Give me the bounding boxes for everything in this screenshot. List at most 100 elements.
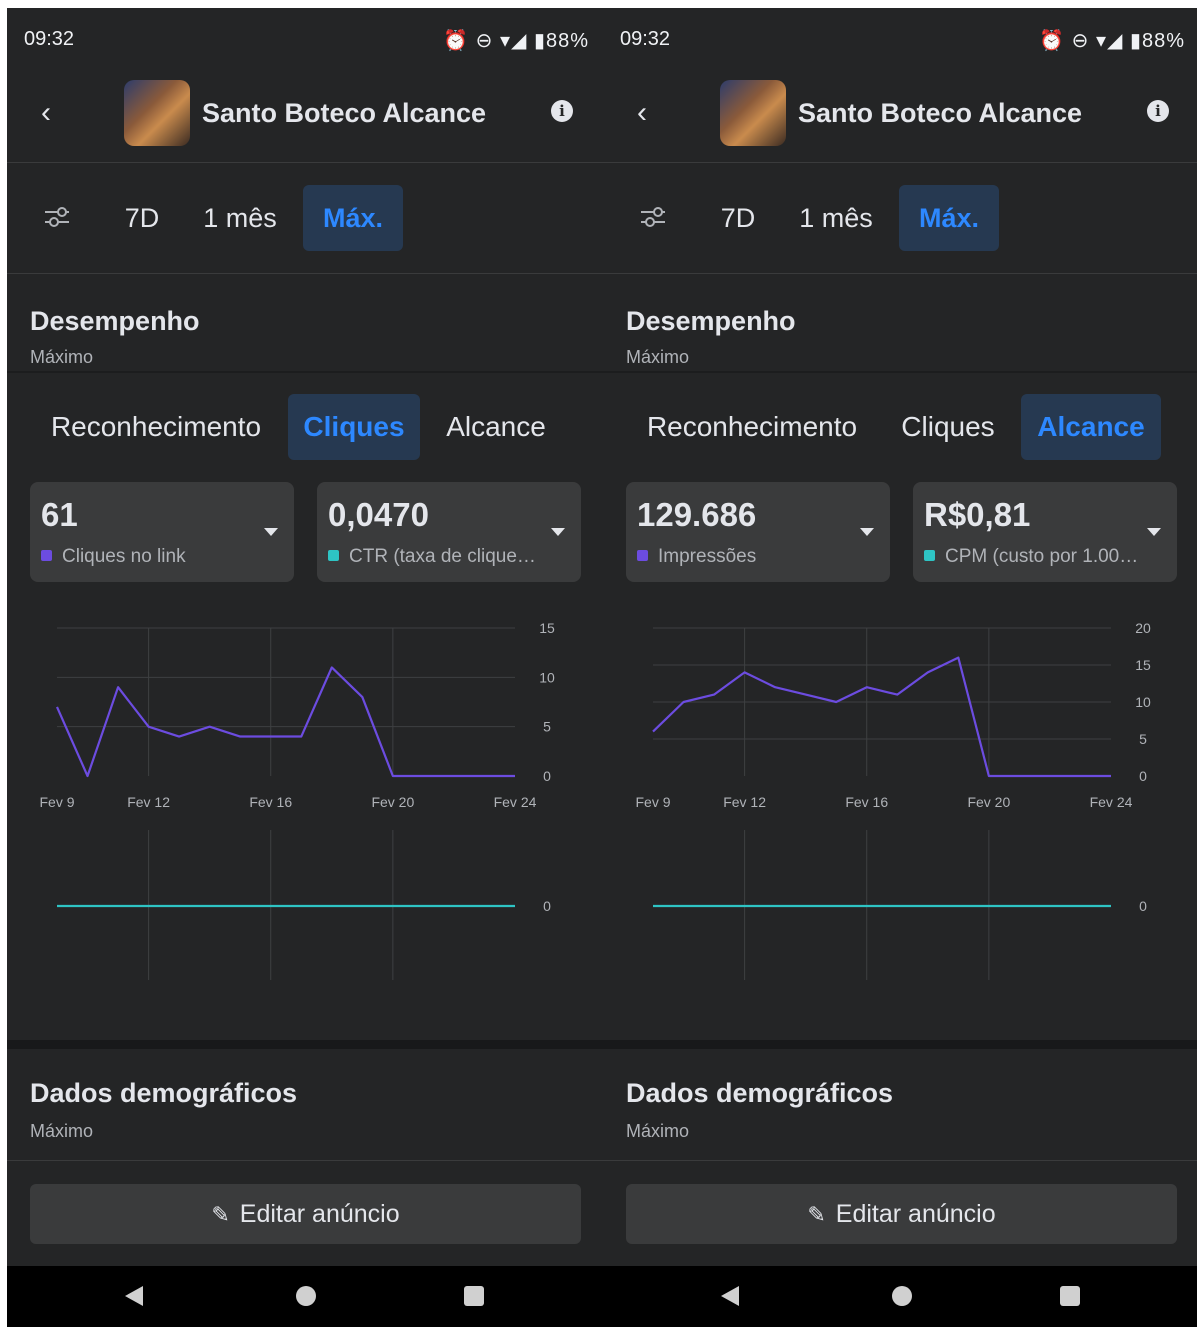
performance-chart: 0 5 10 15 Fev 9 Fev 12 Fev 16 Fev 20 Fev 24 0 bbox=[39, 620, 555, 980]
status-bar: 09:32 ⏰ ⊖ ▾◢ ▮88% bbox=[7, 8, 603, 72]
nav-back-icon[interactable] bbox=[125, 1286, 143, 1306]
ad-thumbnail bbox=[720, 80, 786, 146]
tab-reconhecimento[interactable]: Reconhecimento bbox=[41, 394, 271, 460]
divider bbox=[7, 1160, 603, 1161]
metric-label-text: CPM (custo por 1.00… bbox=[945, 546, 1139, 567]
section-divider bbox=[7, 1040, 603, 1049]
ad-thumbnail bbox=[124, 80, 190, 146]
metric-card-impressions[interactable]: 129.686 Impressões bbox=[626, 482, 890, 582]
y-tick-label: 15 bbox=[1135, 657, 1151, 673]
edit-ad-label: Editar anúncio bbox=[835, 1200, 996, 1228]
status-icons: ⏰ ⊖ ▾◢ ▮88% bbox=[443, 30, 589, 52]
metric-card-clicks[interactable]: 61 Cliques no link bbox=[30, 482, 294, 582]
x-tick-label: Fev 20 bbox=[371, 794, 414, 810]
series-line bbox=[55, 666, 515, 778]
y-tick-label: 5 bbox=[1139, 731, 1147, 747]
filter-1-month[interactable]: 1 mês bbox=[197, 185, 283, 251]
page-title: Santo Boteco Alcance bbox=[202, 98, 487, 128]
divider bbox=[603, 371, 1197, 373]
x-tick-label: Fev 16 bbox=[845, 794, 888, 810]
dropdown-caret-icon bbox=[551, 528, 565, 536]
tab-cliques[interactable]: Cliques bbox=[888, 394, 1008, 460]
y-tick-label: 0 bbox=[1139, 898, 1147, 914]
legend-swatch bbox=[637, 550, 648, 561]
dropdown-caret-icon bbox=[1147, 528, 1161, 536]
filter-sliders-icon[interactable] bbox=[45, 207, 69, 227]
edit-ad-button[interactable]: ✎ Editar anúncio bbox=[626, 1184, 1177, 1244]
x-tick-label: Fev 24 bbox=[1090, 794, 1133, 810]
metric-label: CTR (taxa de clique… bbox=[328, 546, 558, 568]
metric-label: Impressões bbox=[637, 546, 867, 568]
filter-7d[interactable]: 7D bbox=[715, 185, 761, 251]
page-title: Santo Boteco Alcance bbox=[798, 98, 1083, 128]
status-time: 09:32 bbox=[620, 28, 671, 50]
performance-chart: 0 5 10 15 20 Fev 9 Fev 12 Fev 16 Fev 20 Fev 24 0 bbox=[635, 620, 1151, 980]
filter-7d[interactable]: 7D bbox=[119, 185, 165, 251]
divider bbox=[603, 1160, 1197, 1161]
phone-screen-cliques: 09:32 ⏰ ⊖ ▾◢ ▮88% ‹ Santo Boteco Alcance… bbox=[7, 8, 603, 1327]
y-tick-label: 15 bbox=[539, 620, 555, 636]
nav-recents-icon[interactable] bbox=[1060, 1286, 1080, 1306]
metric-card-cpm[interactable]: R$0,81 CPM (custo por 1.00… bbox=[913, 482, 1177, 582]
performance-subtitle: Máximo bbox=[30, 347, 94, 367]
tab-cliques[interactable]: Cliques bbox=[288, 394, 420, 460]
status-icons: ⏰ ⊖ ▾◢ ▮88% bbox=[1039, 30, 1185, 52]
demographics-subtitle: Máximo bbox=[30, 1121, 94, 1141]
back-arrow-icon[interactable]: ‹ bbox=[41, 96, 51, 130]
metric-value: R$0,81 bbox=[924, 496, 1031, 533]
y-tick-label: 5 bbox=[543, 719, 551, 735]
date-filter-bar: 7D 1 mês Máx. bbox=[7, 163, 603, 274]
demographics-title: Dados demográficos bbox=[626, 1078, 894, 1108]
series-line bbox=[652, 656, 1111, 778]
demographics-subtitle: Máximo bbox=[626, 1121, 690, 1141]
edit-ad-button[interactable]: ✎ Editar anúncio bbox=[30, 1184, 581, 1244]
system-nav-bar bbox=[603, 1266, 1197, 1327]
pencil-icon: ✎ bbox=[807, 1202, 826, 1227]
filter-max[interactable]: Máx. bbox=[899, 185, 999, 251]
x-tick-label: Fev 16 bbox=[249, 794, 292, 810]
nav-home-icon[interactable] bbox=[296, 1286, 316, 1306]
y-tick-label: 0 bbox=[543, 768, 551, 784]
legend-swatch bbox=[328, 550, 339, 561]
status-time: 09:32 bbox=[24, 28, 75, 50]
dropdown-caret-icon bbox=[264, 528, 278, 536]
metric-label-text: Cliques no link bbox=[62, 546, 186, 567]
metric-label-text: Impressões bbox=[658, 546, 757, 567]
tab-alcance[interactable]: Alcance bbox=[1021, 394, 1161, 460]
system-nav-bar bbox=[7, 1266, 603, 1327]
nav-home-icon[interactable] bbox=[892, 1286, 912, 1306]
x-tick-label: Fev 9 bbox=[635, 794, 670, 810]
filter-sliders-icon[interactable] bbox=[641, 207, 665, 227]
app-header: ‹ Santo Boteco Alcance i bbox=[7, 72, 603, 163]
x-tick-label: Fev 24 bbox=[494, 794, 537, 810]
section-divider bbox=[603, 1040, 1197, 1049]
metric-card-ctr[interactable]: 0,0470 CTR (taxa de clique… bbox=[317, 482, 581, 582]
legend-swatch bbox=[924, 550, 935, 561]
app-header: ‹ Santo Boteco Alcance i bbox=[603, 72, 1197, 163]
performance-title: Desempenho bbox=[30, 306, 200, 336]
date-filter-bar: 7D 1 mês Máx. bbox=[603, 163, 1197, 274]
metric-value: 61 bbox=[41, 496, 78, 533]
nav-recents-icon[interactable] bbox=[464, 1286, 484, 1306]
x-tick-label: Fev 12 bbox=[127, 794, 170, 810]
x-tick-label: Fev 9 bbox=[39, 794, 74, 810]
tab-alcance[interactable]: Alcance bbox=[437, 394, 555, 460]
divider bbox=[7, 371, 603, 373]
filter-1-month[interactable]: 1 mês bbox=[793, 185, 879, 251]
metric-label: CPM (custo por 1.00… bbox=[924, 546, 1154, 568]
y-tick-label: 0 bbox=[543, 898, 551, 914]
x-tick-label: Fev 12 bbox=[723, 794, 766, 810]
tab-reconhecimento[interactable]: Reconhecimento bbox=[637, 394, 867, 460]
nav-back-icon[interactable] bbox=[721, 1286, 739, 1306]
status-bar: 09:32 ⏰ ⊖ ▾◢ ▮88% bbox=[603, 8, 1197, 72]
demographics-title: Dados demográficos bbox=[30, 1078, 298, 1108]
info-icon[interactable]: i bbox=[1147, 100, 1169, 122]
y-tick-label: 0 bbox=[1139, 768, 1147, 784]
performance-subtitle: Máximo bbox=[626, 347, 690, 367]
info-icon[interactable]: i bbox=[551, 100, 573, 122]
legend-swatch bbox=[41, 550, 52, 561]
y-tick-label: 10 bbox=[539, 669, 555, 685]
metric-label: Cliques no link bbox=[41, 546, 271, 568]
filter-max[interactable]: Máx. bbox=[303, 185, 403, 251]
back-arrow-icon[interactable]: ‹ bbox=[637, 96, 647, 130]
